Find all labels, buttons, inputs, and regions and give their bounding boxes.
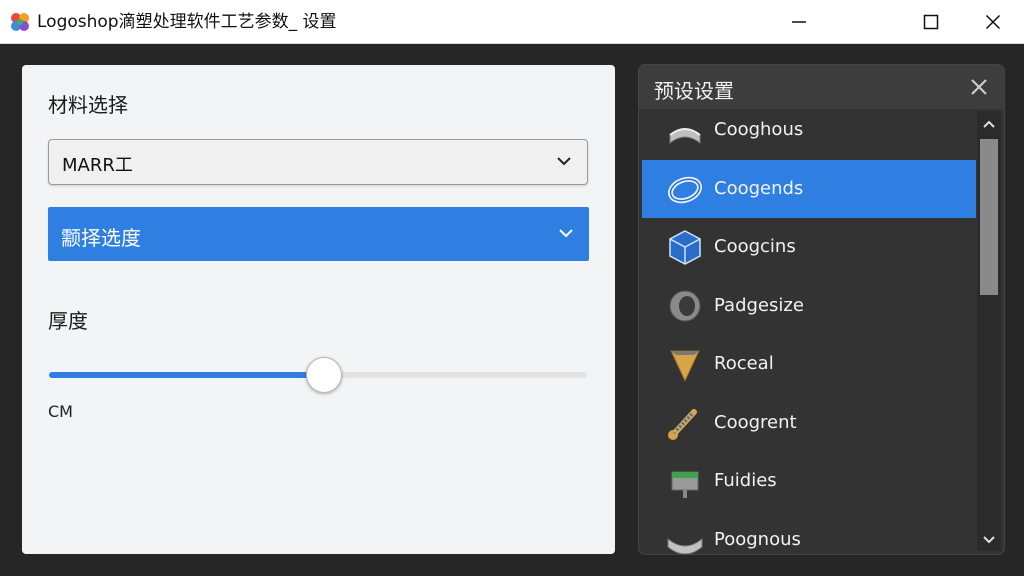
window-title: Logoshop滴塑处理软件工艺参数_ 设置 (37, 12, 337, 32)
preset-item[interactable]: Coogends (642, 160, 976, 218)
cone-icon (670, 350, 700, 383)
minimize-icon (792, 20, 806, 23)
scroll-down-icon[interactable] (977, 531, 1001, 549)
parameter-panel: 材料选择 MARR工 颥择选度 厚度 CM (22, 65, 615, 554)
scrollbar-thumb[interactable] (980, 139, 998, 295)
close-button[interactable] (962, 0, 1024, 43)
presets-title: 预设设置 (654, 79, 734, 103)
title-bar: Logoshop滴塑处理软件工艺参数_ 设置 (0, 0, 1024, 44)
scroll-up-icon[interactable] (977, 115, 1001, 133)
preset-item-label: Poognous (714, 529, 801, 550)
thickness-slider[interactable] (49, 357, 587, 393)
cube-icon (669, 230, 701, 265)
option-dropdown[interactable]: 颥择选度 (48, 207, 589, 261)
preset-item[interactable]: Roceal (642, 335, 976, 393)
preset-item-label: Roceal (714, 353, 774, 374)
coil-icon (668, 409, 697, 440)
preset-list: Cooghous Coogends Coogcins Padgesize Roceal C… (642, 109, 976, 554)
preset-item[interactable]: Padgesize (642, 277, 976, 335)
preset-item-label: Coogends (714, 178, 804, 199)
minimize-button[interactable] (768, 0, 830, 43)
chevron-down-icon (559, 229, 573, 238)
preset-item[interactable]: Cooghous (642, 101, 976, 159)
app-logo-icon (11, 13, 29, 31)
close-icon[interactable] (969, 77, 989, 97)
material-dropdown-value: MARR工 (62, 155, 133, 176)
preset-item-label: Coogrent (714, 412, 797, 433)
maximize-button[interactable] (900, 0, 962, 43)
preset-item[interactable]: Poognous (642, 511, 976, 554)
material-dropdown[interactable]: MARR工 (48, 139, 588, 185)
presets-panel: 预设设置 Cooghous Coogends Coogcins Padgesize Ro… (639, 65, 1004, 554)
preset-item-label: Coogcins (714, 236, 796, 257)
curved-sheet-icon (669, 128, 701, 145)
preset-item[interactable]: Fuidies (642, 452, 976, 510)
scrollbar[interactable] (977, 111, 1001, 551)
thickness-label: 厚度 (48, 309, 88, 333)
spool-icon (671, 471, 699, 498)
preset-item[interactable]: Coogcins (642, 218, 976, 276)
preset-item[interactable]: Coogrent (642, 394, 976, 452)
preset-item-label: Padgesize (714, 295, 804, 316)
chevron-down-icon (557, 157, 571, 166)
thickness-unit-label: CM (48, 402, 73, 421)
material-label: 材料选择 (48, 93, 128, 117)
ring-icon (667, 176, 703, 204)
option-dropdown-value: 颥择选度 (61, 226, 141, 250)
slider-thumb[interactable] (306, 357, 343, 393)
maximize-icon (923, 14, 939, 29)
preset-item-label: Fuidies (714, 470, 777, 491)
slider-fill (49, 372, 324, 378)
close-icon (985, 14, 1001, 29)
preset-item-label: Cooghous (714, 119, 804, 140)
curved-tray-icon (667, 537, 703, 554)
cylinder-icon (669, 290, 701, 322)
